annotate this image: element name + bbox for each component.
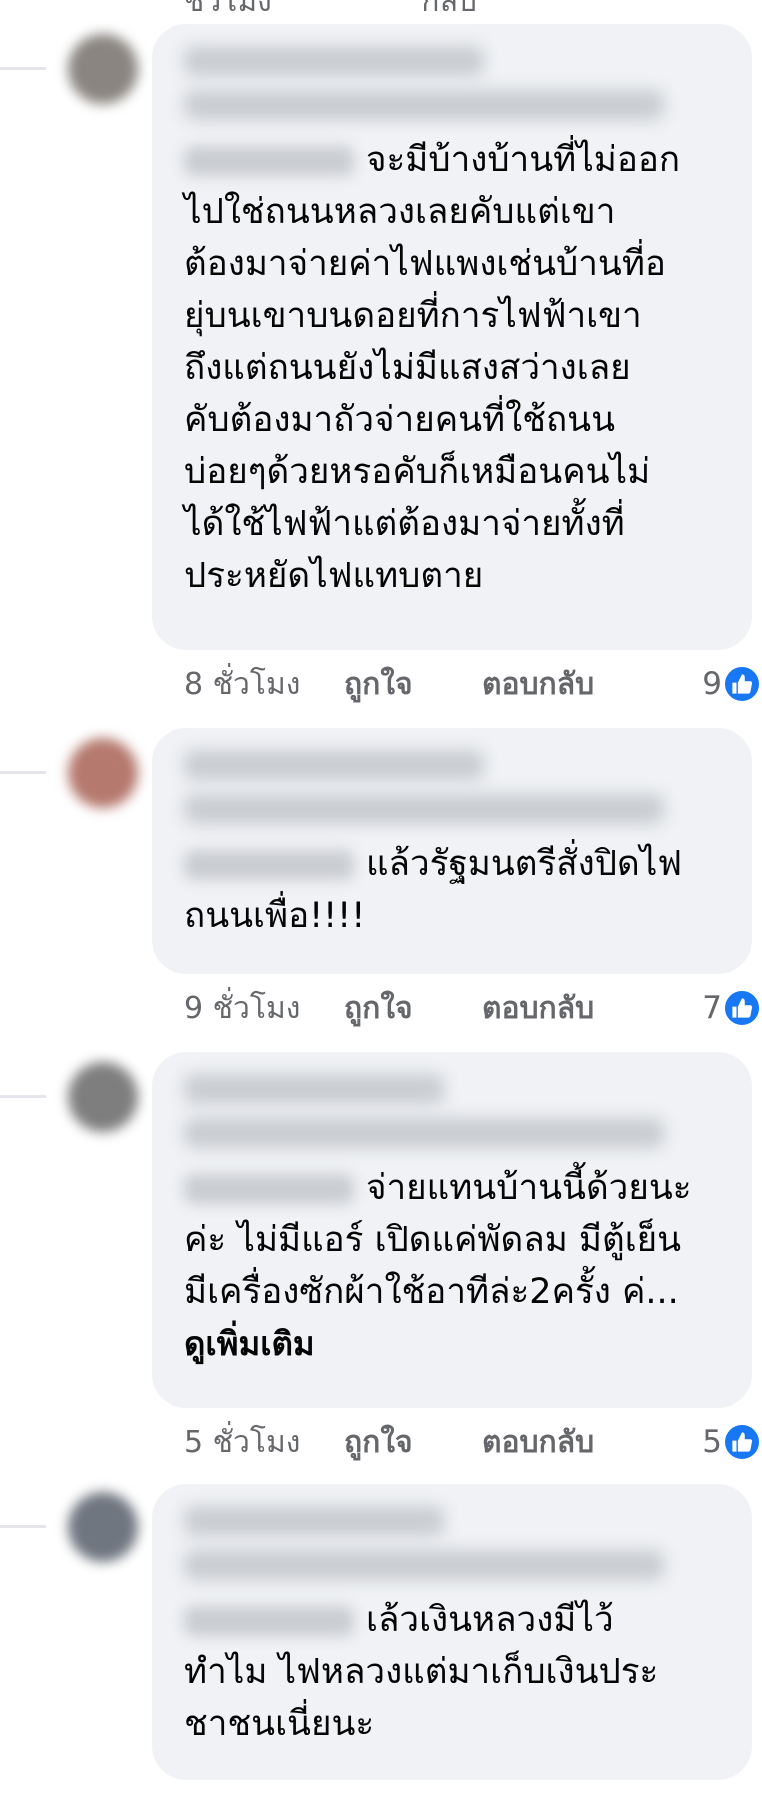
previous-comment-reply[interactable]: กลับ <box>421 0 477 19</box>
blurred-text <box>184 794 664 824</box>
comment-time[interactable]: 9 ชั่วโมง <box>184 985 344 1032</box>
like-thumb-icon <box>722 664 762 704</box>
comment-time[interactable]: 5 ชั่วโมง <box>184 1419 344 1466</box>
reply-button[interactable]: ตอบกลับ <box>482 661 682 708</box>
thread-connector <box>0 1502 46 1528</box>
previous-comment-time: ชั่วโมง <box>184 0 272 19</box>
reply-button[interactable]: ตอบกลับ <box>482 985 682 1032</box>
blurred-text <box>184 1118 664 1148</box>
blurred-text <box>184 850 354 880</box>
thread-connector <box>0 44 46 70</box>
reaction-count[interactable]: 9 <box>702 666 722 702</box>
like-button[interactable]: ถูกใจ <box>344 1419 482 1466</box>
comment-actions: 9 ชั่วโมง ถูกใจ ตอบกลับ 7 <box>184 984 762 1032</box>
avatar[interactable] <box>68 34 138 104</box>
like-button[interactable]: ถูกใจ <box>344 661 482 708</box>
like-thumb-icon <box>722 1422 762 1462</box>
thread-connector <box>0 1072 46 1098</box>
comment-body: จะมีบ้างบ้านที่ไม่ออก ไปใช่ถนนหลวงเลยคับ… <box>184 140 681 596</box>
reaction-count[interactable]: 5 <box>702 1424 722 1460</box>
avatar[interactable] <box>68 738 138 808</box>
comment-text: จะมีบ้างบ้านที่ไม่ออก ไปใช่ถนนหลวงเลยคับ… <box>184 134 726 602</box>
blurred-username <box>184 1506 444 1536</box>
comment-bubble: จ่ายแทนบ้านนี้ด้วยนะ ค่ะ ไม่มีแอร์ เปิดแ… <box>152 1052 752 1408</box>
comment-bubble: เล้วเงินหลวงมีไว้ ทำไม ไฟหลวงแต่มาเก็บเง… <box>152 1484 752 1780</box>
like-button[interactable]: ถูกใจ <box>344 985 482 1032</box>
blurred-username <box>184 46 484 76</box>
blurred-text <box>184 1174 354 1204</box>
comment-bubble: จะมีบ้างบ้านที่ไม่ออก ไปใช่ถนนหลวงเลยคับ… <box>152 24 752 650</box>
blurred-text <box>184 146 354 176</box>
blurred-text <box>184 1606 354 1636</box>
reply-button[interactable]: ตอบกลับ <box>482 1419 682 1466</box>
blurred-text <box>184 1550 664 1580</box>
comment-text: เล้วเงินหลวงมีไว้ ทำไม ไฟหลวงแต่มาเก็บเง… <box>184 1594 726 1750</box>
previous-comment-actions: ชั่วโมง กลับ <box>184 0 617 25</box>
reaction-count[interactable]: 7 <box>702 990 722 1026</box>
like-thumb-icon <box>722 988 762 1028</box>
comment-text: แล้วรัฐมนตรีสั่งปิดไฟ ถนนเพื่อ!!!! <box>184 838 726 942</box>
blurred-username <box>184 750 484 780</box>
comment-actions: 5 ชั่วโมง ถูกใจ ตอบกลับ 5 <box>184 1418 762 1466</box>
thread-connector <box>0 748 46 774</box>
comment-actions: 8 ชั่วโมง ถูกใจ ตอบกลับ 9 <box>184 660 762 708</box>
comment-text: จ่ายแทนบ้านนี้ด้วยนะ ค่ะ ไม่มีแอร์ เปิดแ… <box>184 1162 726 1318</box>
avatar[interactable] <box>68 1062 138 1132</box>
avatar[interactable] <box>68 1492 138 1562</box>
see-more-link[interactable]: ดูเพิ่มเติม <box>184 1318 726 1370</box>
blurred-text <box>184 90 664 120</box>
blurred-username <box>184 1074 444 1104</box>
comment-time[interactable]: 8 ชั่วโมง <box>184 661 344 708</box>
comment-bubble: แล้วรัฐมนตรีสั่งปิดไฟ ถนนเพื่อ!!!! <box>152 728 752 974</box>
